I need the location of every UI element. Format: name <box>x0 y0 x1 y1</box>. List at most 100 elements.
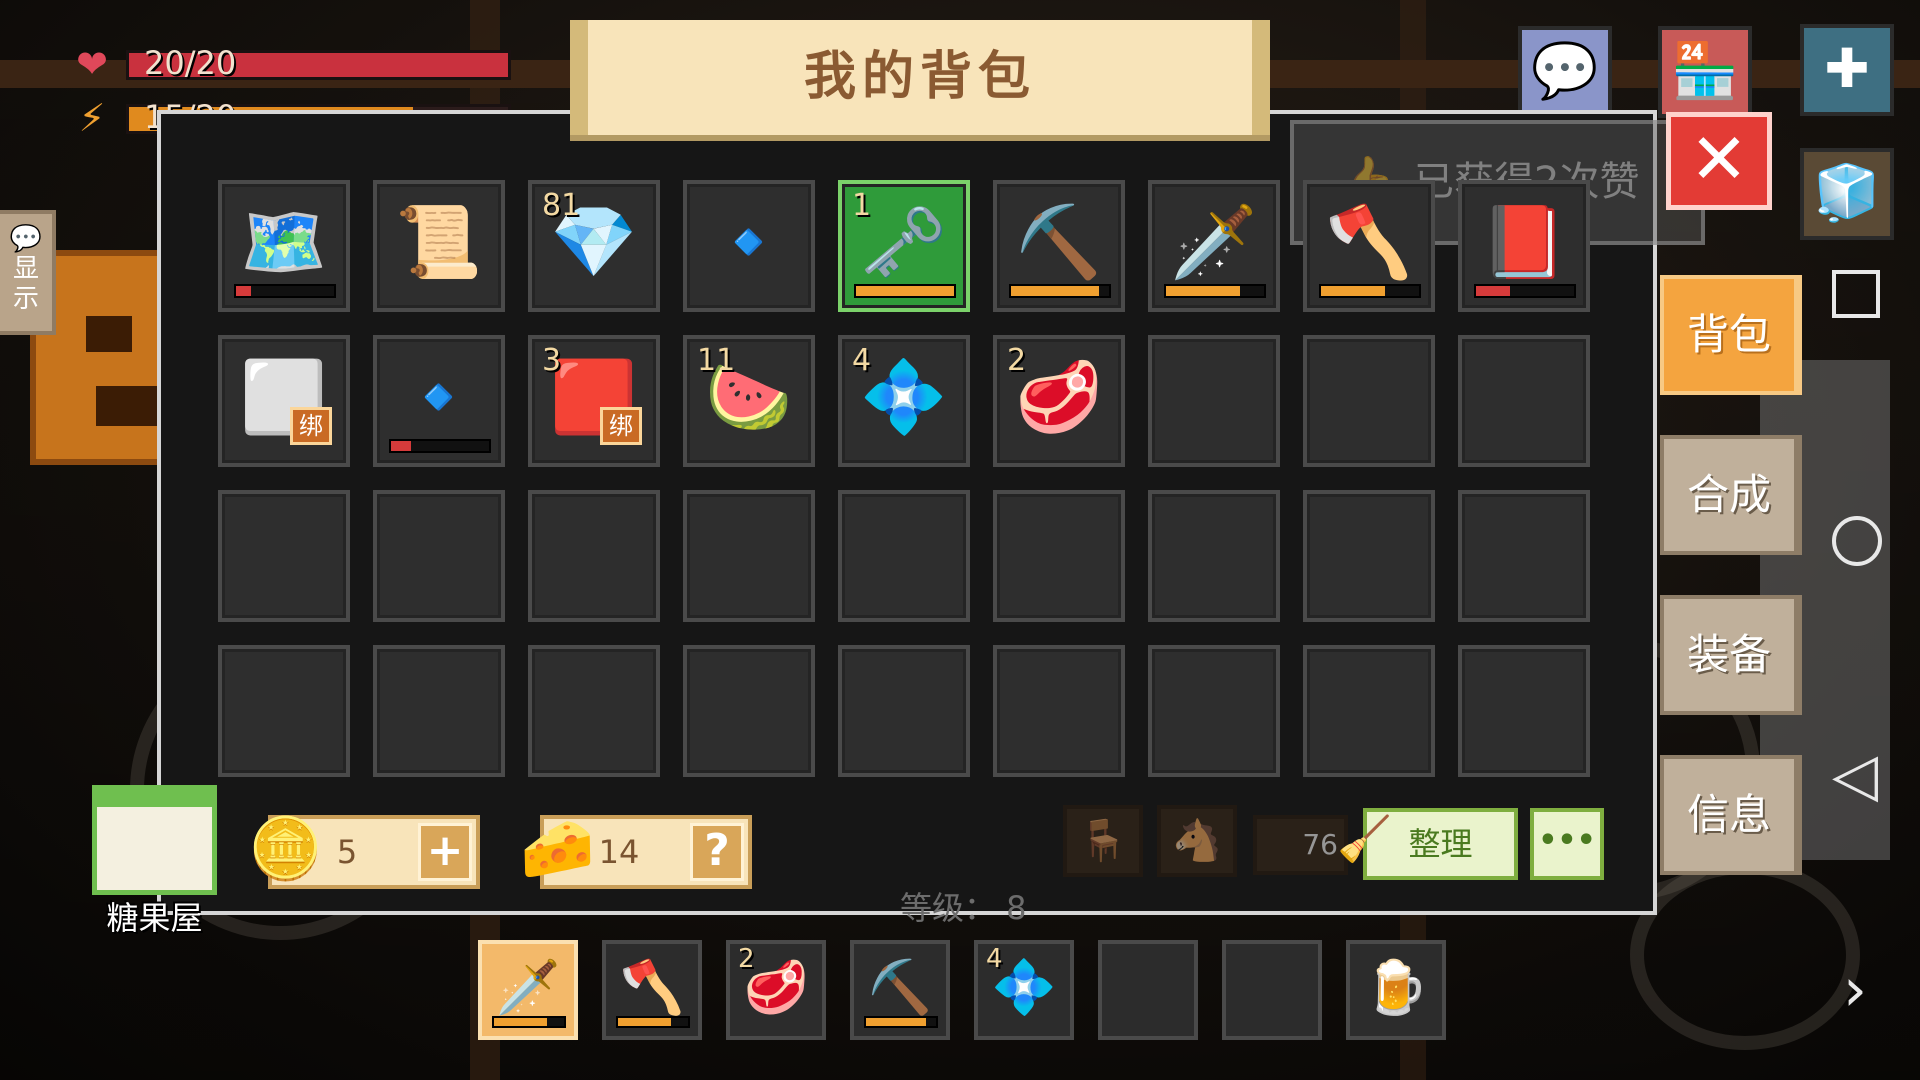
diamond-shovel-icon: 🔹 <box>705 201 793 283</box>
workbench-icon: 🪑 <box>1078 818 1128 864</box>
durability-fill <box>391 441 411 451</box>
durability-fill <box>618 1018 671 1026</box>
hotbar-item-icon: ⛏️ <box>867 958 933 1018</box>
chat-bubble-icon: 💬 <box>9 224 43 254</box>
durability-bar <box>1319 284 1421 298</box>
add-coin-button[interactable]: + <box>418 823 472 881</box>
home-button[interactable] <box>1832 516 1882 566</box>
hotbar-slot[interactable]: 🪓 <box>602 940 702 1040</box>
inventory-slot[interactable]: 🥩 2 <box>993 335 1125 467</box>
empty-slot[interactable] <box>993 490 1125 622</box>
recent-apps-button[interactable] <box>1832 270 1880 318</box>
empty-slot[interactable] <box>218 490 350 622</box>
hotbar-slot[interactable]: 🗡️ <box>478 940 578 1040</box>
store-button[interactable]: 🏪 <box>1658 26 1752 118</box>
more-button[interactable]: ••• <box>1530 808 1604 880</box>
chat-button[interactable]: 💬 <box>1518 26 1612 118</box>
hotbar-slot[interactable] <box>1222 940 1322 1040</box>
item-count: 11 <box>697 343 736 378</box>
cheese-value: 14 <box>598 833 640 871</box>
inventory-slot[interactable]: 🔹 <box>373 335 505 467</box>
empty-slot[interactable] <box>373 490 505 622</box>
hotbar-slot[interactable]: 💠 4 <box>974 940 1074 1040</box>
inventory-slot[interactable]: 💎 81 <box>528 180 660 312</box>
page-title: 我的背包 <box>803 47 1036 107</box>
chat-icon: 💬 <box>1531 39 1599 102</box>
horse-button[interactable]: 🐴 <box>1157 805 1237 877</box>
tab-2[interactable]: 装备 <box>1660 595 1802 715</box>
empty-slot[interactable] <box>1303 645 1435 777</box>
level-label: 等级： 8 <box>900 889 1027 927</box>
tab-0[interactable]: 背包 <box>1660 275 1802 395</box>
inventory-slot[interactable]: 💠 4 <box>838 335 970 467</box>
inventory-slot[interactable]: 🪓 <box>1303 180 1435 312</box>
title-banner: 我的背包 <box>570 20 1270 135</box>
inventory-slot[interactable]: 📜 <box>373 180 505 312</box>
inventory-slot[interactable]: ⬜ 绑 <box>218 335 350 467</box>
empty-slot[interactable] <box>1148 335 1280 467</box>
empty-slot[interactable] <box>683 645 815 777</box>
tab-3[interactable]: 信息 <box>1660 755 1802 875</box>
inventory-slot[interactable]: ⛏️ <box>993 180 1125 312</box>
empty-slot[interactable] <box>1148 490 1280 622</box>
cheese-help-button[interactable]: ? <box>690 823 744 881</box>
durability-fill <box>1011 286 1100 296</box>
faded-count: 76 <box>1302 828 1338 861</box>
inventory-slot[interactable]: 🗺️ <box>218 180 350 312</box>
hotbar-slot[interactable] <box>1098 940 1198 1040</box>
durability-bar <box>1474 284 1576 298</box>
item-count: 2 <box>1007 343 1027 378</box>
horse-icon: 🐴 <box>1172 818 1222 864</box>
coin-value: 5 <box>336 833 358 871</box>
jump-button[interactable] <box>1630 860 1860 1050</box>
add-button[interactable]: ✚ <box>1800 24 1894 116</box>
bound-badge: 绑 <box>290 407 332 445</box>
expand-arrow-button[interactable]: › <box>1843 960 1867 1020</box>
durability-fill <box>494 1018 547 1026</box>
empty-slot[interactable] <box>528 490 660 622</box>
blocks-button[interactable]: 🧊 <box>1800 148 1894 240</box>
close-button[interactable]: ✕ <box>1666 112 1772 210</box>
empty-slot[interactable] <box>1303 335 1435 467</box>
item-count: 81 <box>542 188 581 223</box>
empty-slot[interactable] <box>1458 490 1590 622</box>
candy-shop-button[interactable]: 糖果屋 <box>72 785 237 937</box>
empty-slot[interactable] <box>1458 335 1590 467</box>
empty-slot[interactable] <box>218 645 350 777</box>
gold-scroll-icon: 📜 <box>395 201 483 283</box>
diamond-shovel-icon: 🔹 <box>395 356 483 438</box>
empty-slot[interactable] <box>1303 490 1435 622</box>
inventory-slot[interactable]: 🔹 <box>683 180 815 312</box>
empty-slot[interactable] <box>373 645 505 777</box>
back-button[interactable]: ◁ <box>1832 745 1878 805</box>
empty-slot[interactable] <box>528 645 660 777</box>
durability-bar <box>616 1016 690 1028</box>
empty-slot[interactable] <box>1148 645 1280 777</box>
store-icon: 🏪 <box>1671 39 1739 102</box>
sort-button[interactable]: 🧹 整理 <box>1337 808 1518 880</box>
hotbar-slot[interactable]: 🍺 <box>1346 940 1446 1040</box>
hotbar-slot[interactable]: ⛏️ <box>850 940 950 1040</box>
empty-slot[interactable] <box>683 490 815 622</box>
diamond-pickaxe-icon: ⛏️ <box>1015 201 1103 283</box>
blocks-icon: 🧊 <box>1813 161 1881 224</box>
durability-fill <box>866 1018 926 1026</box>
hotbar-item-icon: 🪓 <box>619 958 685 1018</box>
diamond-axe-icon: 🪓 <box>1325 201 1413 283</box>
empty-slot[interactable] <box>838 645 970 777</box>
inventory-slot[interactable]: 🗡️ <box>1148 180 1280 312</box>
coin-counter: 🪙 5 + <box>248 814 480 889</box>
plus-icon: ✚ <box>1824 37 1870 100</box>
inventory-slot[interactable]: 🗝️ 1 <box>838 180 970 312</box>
inventory-slot[interactable]: 📕 <box>1458 180 1590 312</box>
empty-slot[interactable] <box>838 490 970 622</box>
show-toggle-tab[interactable]: 💬 显示 <box>0 210 56 335</box>
empty-slot[interactable] <box>1458 645 1590 777</box>
workbench-button[interactable]: 🪑 <box>1063 805 1143 877</box>
empty-slot[interactable] <box>993 645 1125 777</box>
tab-1[interactable]: 合成 <box>1660 435 1802 555</box>
inventory-slot[interactable]: 🟥 3 绑 <box>528 335 660 467</box>
broom-icon: 🧹 <box>1337 814 1392 865</box>
hotbar-slot[interactable]: 🥩 2 <box>726 940 826 1040</box>
inventory-slot[interactable]: 🍉 11 <box>683 335 815 467</box>
